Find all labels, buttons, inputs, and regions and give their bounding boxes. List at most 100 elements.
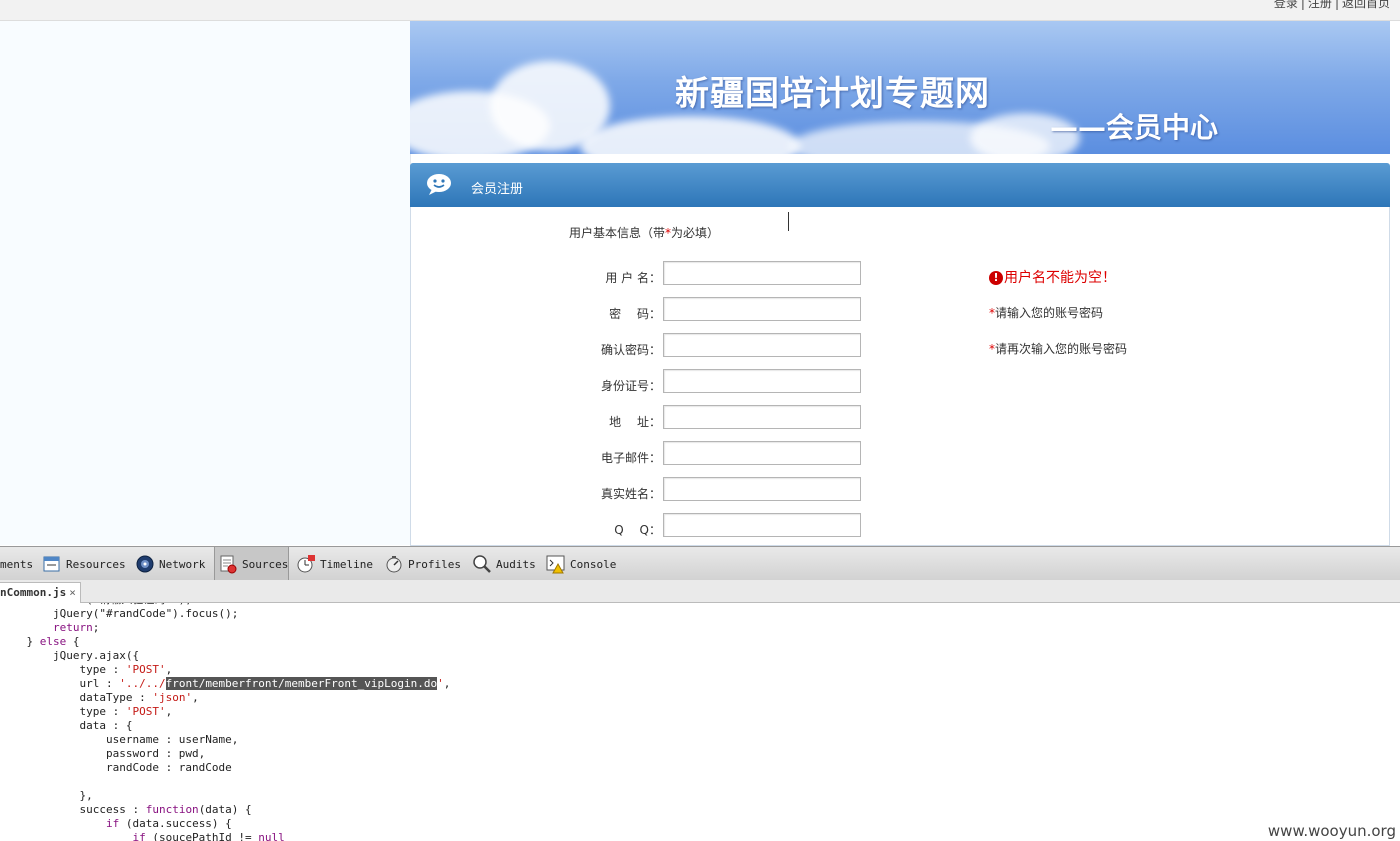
login-link[interactable]: 登录 — [1274, 0, 1298, 10]
register-link[interactable]: 注册 — [1308, 0, 1332, 10]
code-line: password : pwd, — [0, 747, 205, 761]
code-line: url : '../../front/memberfront/memberFro… — [0, 677, 450, 691]
code-token: , — [165, 705, 173, 718]
code-token: success : — [0, 803, 146, 816]
tab-timeline[interactable]: Timeline — [296, 547, 376, 580]
home-link[interactable]: 返回首页 — [1342, 0, 1390, 10]
code-token: else — [39, 635, 67, 648]
code-editor[interactable]: alert("请输入验证码!"); jQuery("#randCode").fo… — [0, 603, 1400, 841]
address-label: 地 址： — [609, 415, 661, 429]
code-line: } else { — [0, 635, 80, 649]
tab-profiles[interactable]: Profiles — [384, 547, 464, 580]
real-name-input[interactable] — [663, 477, 861, 501]
hint-text: 请再次输入您的账号密码 — [995, 342, 1128, 356]
top-links: 登录 | 注册 | 返回首页 — [1274, 0, 1390, 11]
code-line: username : userName, — [0, 733, 238, 747]
code-token: ' — [437, 677, 444, 690]
code-line: type : 'POST', — [0, 663, 172, 677]
email-label: 电子邮件： — [600, 451, 661, 465]
tab-label: Timeline — [320, 558, 373, 571]
code-line: return; — [0, 621, 99, 635]
error-text: 用户名不能为空！ — [1004, 270, 1116, 286]
code-line: jQuery("#randCode").focus(); — [0, 607, 238, 621]
address-input[interactable] — [663, 405, 861, 429]
close-icon[interactable]: × — [69, 586, 76, 599]
code-token: password : pwd, — [0, 747, 206, 760]
tab-label: ments — [0, 558, 34, 571]
code-token: return — [0, 621, 93, 634]
banner-title: 新疆国培计划专题网 — [675, 74, 990, 114]
code-line: if (data.success) { — [0, 817, 232, 831]
open-file-tab[interactable]: nCommon.js × — [0, 582, 81, 603]
password-hint: *请输入您的账号密码 — [989, 304, 1103, 321]
audits-icon — [473, 555, 491, 573]
email-input[interactable] — [663, 441, 861, 465]
profiles-icon — [386, 556, 402, 573]
code-token: { — [66, 635, 80, 648]
code-token: 'POST' — [125, 705, 166, 718]
section-title: 用户基本信息（带*为必填） — [569, 224, 719, 241]
code-token: data : { — [0, 719, 133, 732]
code-token: type : — [0, 705, 126, 718]
left-blank-pane — [0, 21, 411, 545]
console-icon — [546, 555, 565, 574]
id-number-input[interactable] — [663, 369, 861, 393]
section-title-suffix: 为必填） — [671, 226, 720, 240]
password-label: 密 码： — [609, 307, 661, 321]
tab-network[interactable]: Network — [135, 547, 213, 580]
code-token: if — [105, 817, 120, 830]
tab-label: Sources — [242, 558, 289, 571]
tab-sources[interactable]: Sources — [214, 547, 289, 580]
tab-label: Resources — [66, 558, 126, 571]
register-panel-header: 会员注册 — [410, 163, 1390, 207]
hint-text: 请输入您的账号密码 — [995, 306, 1104, 320]
code-token: ; — [92, 621, 100, 634]
code-token: , — [165, 663, 173, 676]
code-token: type : — [0, 663, 126, 676]
resources-icon — [43, 556, 60, 572]
timeline-icon — [297, 555, 315, 573]
code-token: } — [0, 635, 40, 648]
code-token: function — [145, 803, 199, 816]
register-panel-title: 会员注册 — [471, 182, 524, 197]
code-token: (data.success) { — [119, 817, 232, 830]
tab-elements[interactable]: ments — [0, 547, 40, 580]
confirm-password-input[interactable] — [663, 333, 861, 357]
tab-label: Console — [570, 558, 617, 571]
chat-icon — [427, 174, 451, 195]
code-token: 'json' — [152, 691, 193, 704]
code-token: null — [258, 831, 285, 841]
tab-resources[interactable]: Resources — [42, 547, 132, 580]
section-title-prefix: 用户基本信息（带 — [569, 226, 666, 240]
code-line: if (soucePathId != null — [0, 831, 285, 841]
confirm-password-label: 确认密码： — [600, 343, 661, 357]
code-token: alert("请输入验证码!"); — [0, 603, 192, 606]
code-line: randCode : randCode — [0, 761, 232, 775]
code-token: if — [132, 831, 146, 841]
register-form: 用户基本信息（带*为必填） 用 户 名： 密 码： 确认密码： 身份证号： 地 … — [410, 207, 1390, 546]
tab-console[interactable]: Console — [546, 547, 618, 580]
tab-audits[interactable]: Audits — [472, 547, 538, 580]
username-input[interactable] — [663, 261, 861, 285]
code-line: jQuery.ajax({ — [0, 649, 139, 663]
tab-label: Audits — [496, 558, 536, 571]
username-error: ! 用户名不能为空！ — [989, 267, 1116, 287]
selected-text: front/memberfront/memberFront_vipLogin.d… — [165, 677, 438, 690]
link-separator: | — [1300, 0, 1305, 10]
code-token: randCode : randCode — [0, 761, 232, 774]
tab-label: Network — [159, 558, 206, 571]
code-token: (soucePathId != — [145, 831, 259, 841]
code-line: dataType : 'json', — [0, 691, 198, 705]
code-token: (data) { — [198, 803, 252, 816]
password-input[interactable] — [663, 297, 861, 321]
code-token: 'POST' — [125, 663, 166, 676]
devtools-toolbar: ments Resources Network Sources Timeline… — [0, 546, 1400, 581]
qq-input[interactable] — [663, 513, 861, 537]
username-label: 用 户 名： — [605, 271, 661, 285]
code-token: jQuery("#randCode").focus(); — [0, 607, 239, 620]
text-cursor — [788, 212, 789, 231]
site-banner: 新疆国培计划专题网 ——会员中心 — [410, 21, 1390, 154]
tab-label: Profiles — [408, 558, 461, 571]
link-separator: | — [1334, 0, 1339, 10]
real-name-label: 真实姓名： — [600, 487, 661, 501]
